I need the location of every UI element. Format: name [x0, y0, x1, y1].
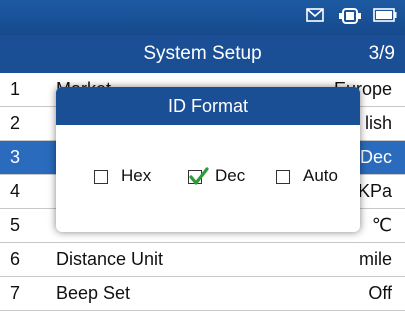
- dialog-title: ID Format: [56, 87, 360, 125]
- car-connection-icon: [339, 8, 361, 29]
- item-value: lish: [364, 113, 392, 133]
- id-format-dialog: ID Format Hex Dec Auto: [56, 87, 360, 232]
- title-bar: System Setup 3/9: [0, 35, 405, 73]
- page-indicator: 3/9: [368, 43, 395, 64]
- item-number: 3: [10, 147, 21, 167]
- mail-icon: [306, 8, 324, 27]
- status-bar: [0, 0, 405, 35]
- hex-checkbox[interactable]: [94, 170, 108, 184]
- item-value: KPa: [357, 181, 392, 201]
- auto-label: Auto: [303, 166, 338, 185]
- checkmark-icon: [189, 167, 209, 185]
- dec-checkbox[interactable]: [188, 167, 209, 185]
- battery-icon: [373, 8, 397, 27]
- list-item[interactable]: 6 Distance Unit mile: [0, 243, 405, 277]
- item-value: Dec: [359, 147, 392, 167]
- auto-checkbox[interactable]: [276, 170, 290, 184]
- item-label: Beep Set: [56, 283, 131, 303]
- dec-label: Dec: [215, 166, 246, 185]
- hex-label: Hex: [121, 166, 152, 185]
- item-number: 6: [10, 249, 21, 269]
- item-number: 7: [10, 283, 21, 303]
- item-value: mile: [358, 249, 392, 269]
- page-title: System Setup: [143, 43, 262, 64]
- item-number: 2: [10, 113, 21, 133]
- item-number: 4: [10, 181, 21, 201]
- item-value: Off: [368, 283, 392, 303]
- item-number: 5: [10, 215, 21, 235]
- screen: System Setup 3/9 1 Market Europe 2 lish …: [0, 0, 405, 311]
- format-options: Hex Dec Auto: [56, 161, 360, 191]
- item-number: 1: [10, 79, 21, 99]
- list-item[interactable]: 7 Beep Set Off: [0, 277, 405, 311]
- item-label: Distance Unit: [56, 249, 164, 269]
- item-value: ℃: [371, 215, 392, 235]
